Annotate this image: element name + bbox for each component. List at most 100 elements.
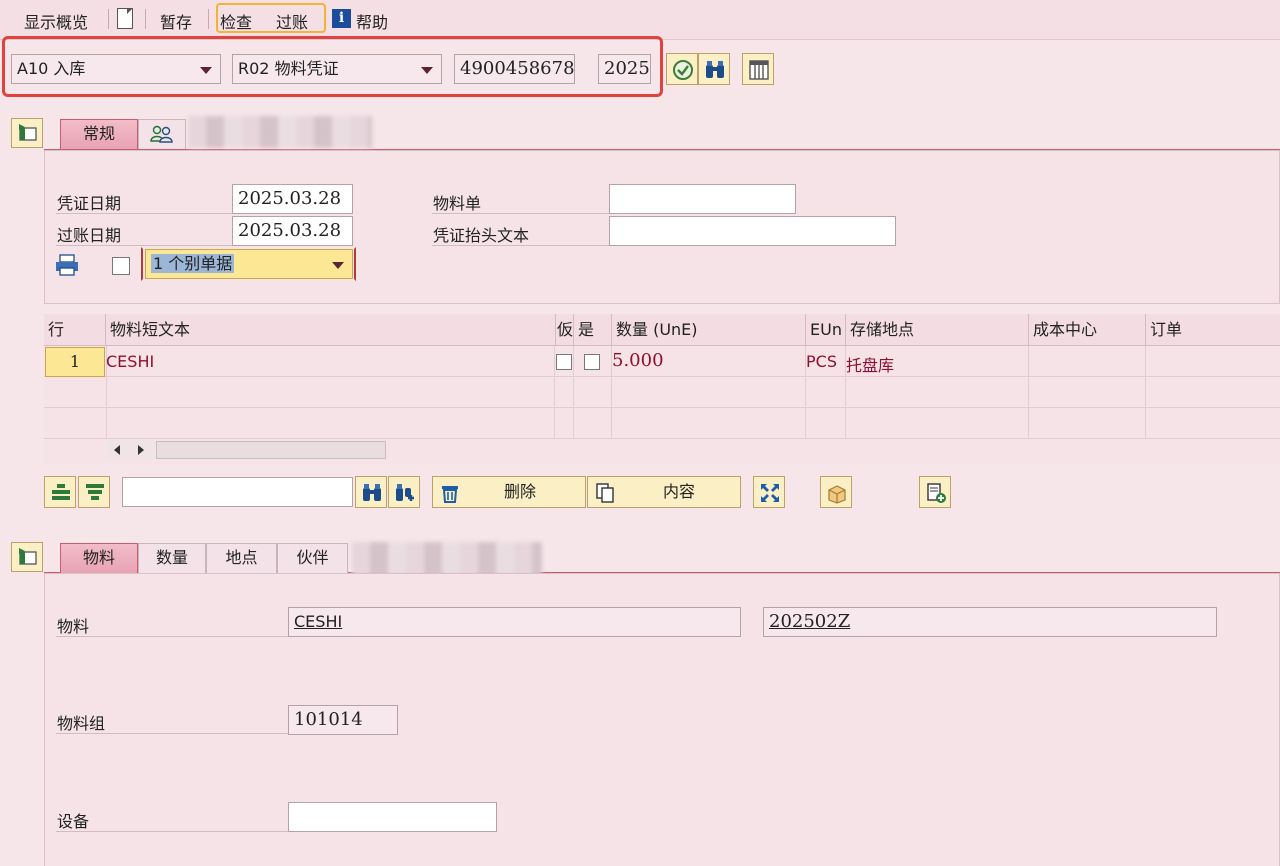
menu-hold[interactable]: 暂存 [160,9,192,33]
tab-partners[interactable] [138,119,186,149]
tab-general[interactable]: 常规 [60,119,138,149]
select-all-button[interactable] [44,476,76,508]
equipment-label: 设备 [57,812,90,831]
box-icon [828,485,846,504]
label-underline [56,636,288,637]
chevron-down-icon [421,67,433,74]
items-table: 行 物料短文本 仮 是 数量 (UnE) EUn 存储地点 成本中心 订单 1 … [44,314,1280,464]
menu-bar: 显示概览 暂存 检查 过账 i 帮助 [0,0,1280,40]
toggle-detail-button[interactable] [11,542,43,572]
find-button[interactable] [698,53,730,85]
action-dropdown[interactable]: A10 入库 [11,54,221,84]
equipment-field[interactable] [288,802,497,832]
delete-button-label: 删除 [503,482,536,501]
tab-quantity[interactable]: 数量 [138,543,206,573]
trash-icon [442,486,458,503]
material-group-field[interactable]: 101014 [288,705,398,735]
execute-button[interactable] [666,53,698,85]
scroll-left-icon[interactable] [114,445,120,455]
label-underline [56,831,288,832]
table-search-input[interactable] [122,477,353,507]
people-icon [150,125,173,143]
row-storage-location[interactable]: 托盘库 [846,352,894,376]
layout-button[interactable] [742,53,774,85]
col-header-flag[interactable]: 仮 [556,314,574,346]
label-underline [432,213,610,214]
menu-help[interactable]: 帮助 [356,9,388,33]
scrollbar-thumb[interactable] [156,441,386,459]
expand-panel-icon [19,124,37,141]
horizontal-scrollbar[interactable] [106,440,386,460]
add-document-icon [927,483,946,503]
document-date-field[interactable]: 2025.03.28 [232,184,353,214]
year-field[interactable]: 2025 [598,54,651,84]
col-header-quantity[interactable]: 数量 (UnE) [612,314,806,346]
add-item-button[interactable] [919,476,951,508]
new-document-icon[interactable] [117,8,133,29]
label-underline [56,733,288,734]
col-header-order[interactable]: 订单 [1146,314,1280,346]
tab-partner[interactable]: 伙伴 [277,543,348,573]
contents-button[interactable]: 内容 [587,476,741,508]
menu-check[interactable]: 检查 [220,9,252,33]
col-divider [573,346,574,438]
chevron-down-icon [332,262,344,269]
printer-icon[interactable] [55,254,79,276]
redacted-area [352,542,542,576]
redacted-area [188,116,372,148]
col-header-yes[interactable]: 是 [574,314,612,346]
menu-separator [145,9,146,29]
posting-date-field[interactable]: 2025.03.28 [232,216,353,246]
action-dropdown-value: A10 入库 [17,59,86,78]
info-icon[interactable]: i [332,9,351,28]
tab-location[interactable]: 地点 [206,543,277,573]
menu-post[interactable]: 过账 [276,9,308,33]
row-divider [44,438,1280,439]
grid-icon [749,60,769,80]
reference-dropdown[interactable]: R02 物料凭证 [232,54,442,84]
stock-button[interactable] [820,476,852,508]
batch-field[interactable]: 202502Z [763,607,1217,637]
deselect-all-icon [86,484,104,500]
scroll-right-icon[interactable] [138,445,144,455]
row-quantity[interactable]: 5.000 [612,350,664,371]
print-option-dropdown[interactable]: 1 个别单据 [145,249,353,279]
document-number-field[interactable]: 4900458678 [454,54,575,84]
menu-show-overview[interactable]: 显示概览 [24,9,88,33]
row-unit[interactable]: PCS [806,352,837,371]
delete-button[interactable]: 删除 [432,476,586,508]
material-slip-field[interactable] [609,184,796,214]
row-line-number[interactable]: 1 [45,347,105,377]
row-divider [44,376,1280,377]
print-checkbox[interactable] [112,257,130,275]
label-underline [56,213,232,214]
reference-dropdown-value: R02 物料凭证 [238,59,339,78]
fullscreen-button[interactable] [753,476,785,508]
col-header-line[interactable]: 行 [44,314,106,346]
material-value[interactable]: CESHI [294,612,342,631]
toggle-header-button[interactable] [11,118,43,148]
row-short-text[interactable]: CESHI [106,352,154,371]
col-header-short-text[interactable]: 物料短文本 [106,314,556,346]
posting-date-label: 过账日期 [57,226,122,245]
menu-separator [108,9,109,29]
menu-separator [208,9,209,29]
copy-document-icon [596,483,614,503]
batch-value[interactable]: 202502Z [769,611,850,632]
binoculars-icon [706,61,724,78]
row-flag-checkbox[interactable] [556,354,572,370]
col-header-cost-center[interactable]: 成本中心 [1029,314,1146,346]
material-field[interactable]: CESHI [288,607,741,637]
col-header-storage-location[interactable]: 存储地点 [846,314,1029,346]
col-header-unit[interactable]: EUn [806,314,846,346]
material-label: 物料 [57,617,90,636]
tab-material[interactable]: 物料 [60,543,138,573]
label-underline [56,245,232,246]
document-date-label: 凭证日期 [57,194,122,213]
table-find-next-button[interactable] [388,476,420,508]
label-underline [432,245,610,246]
table-find-button[interactable] [355,476,387,508]
deselect-all-button[interactable] [78,476,110,508]
row-yes-checkbox[interactable] [584,354,600,370]
header-text-field[interactable] [609,216,896,246]
